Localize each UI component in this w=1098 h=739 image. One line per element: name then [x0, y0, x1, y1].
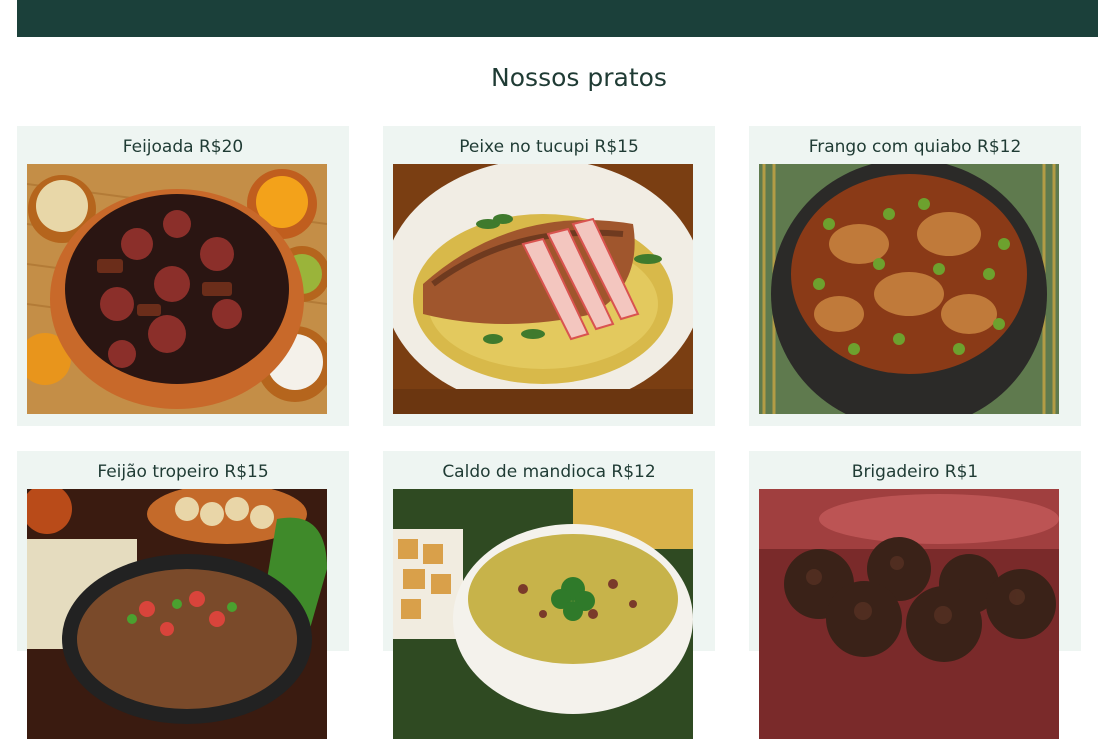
section-title: Nossos pratos	[491, 63, 667, 92]
dish-card-brigadeiro[interactable]: Brigadeiro R$1	[749, 451, 1081, 739]
top-nav-bar	[17, 0, 1098, 37]
dish-card-frango-com-quiabo[interactable]: Frango com quiabo R$12	[749, 126, 1081, 426]
dish-title: Peixe no tucupi R$15	[459, 137, 639, 157]
chicken-okra-photo	[759, 164, 1059, 414]
dish-card-peixe-no-tucupi[interactable]: Peixe no tucupi R$15	[383, 126, 715, 426]
dish-title: Frango com quiabo R$12	[808, 137, 1022, 157]
brigadeiro-photo	[759, 489, 1059, 739]
dish-card-caldo-de-mandioca[interactable]: Caldo de mandioca R$12	[383, 451, 715, 739]
fish-photo	[393, 164, 693, 414]
tropeiro-photo	[27, 489, 327, 739]
dish-title: Feijoada R$20	[122, 137, 244, 157]
dish-card-feijoada[interactable]: Feijoada R$20	[17, 126, 349, 426]
feijoada-photo	[27, 164, 327, 414]
dish-card-feijao-tropeiro[interactable]: Feijão tropeiro R$15	[17, 451, 349, 739]
dish-title: Feijão tropeiro R$15	[97, 462, 269, 482]
dish-title: Brigadeiro R$1	[851, 462, 979, 482]
dish-title: Caldo de mandioca R$12	[442, 462, 656, 482]
cassava-soup-photo	[393, 489, 693, 739]
